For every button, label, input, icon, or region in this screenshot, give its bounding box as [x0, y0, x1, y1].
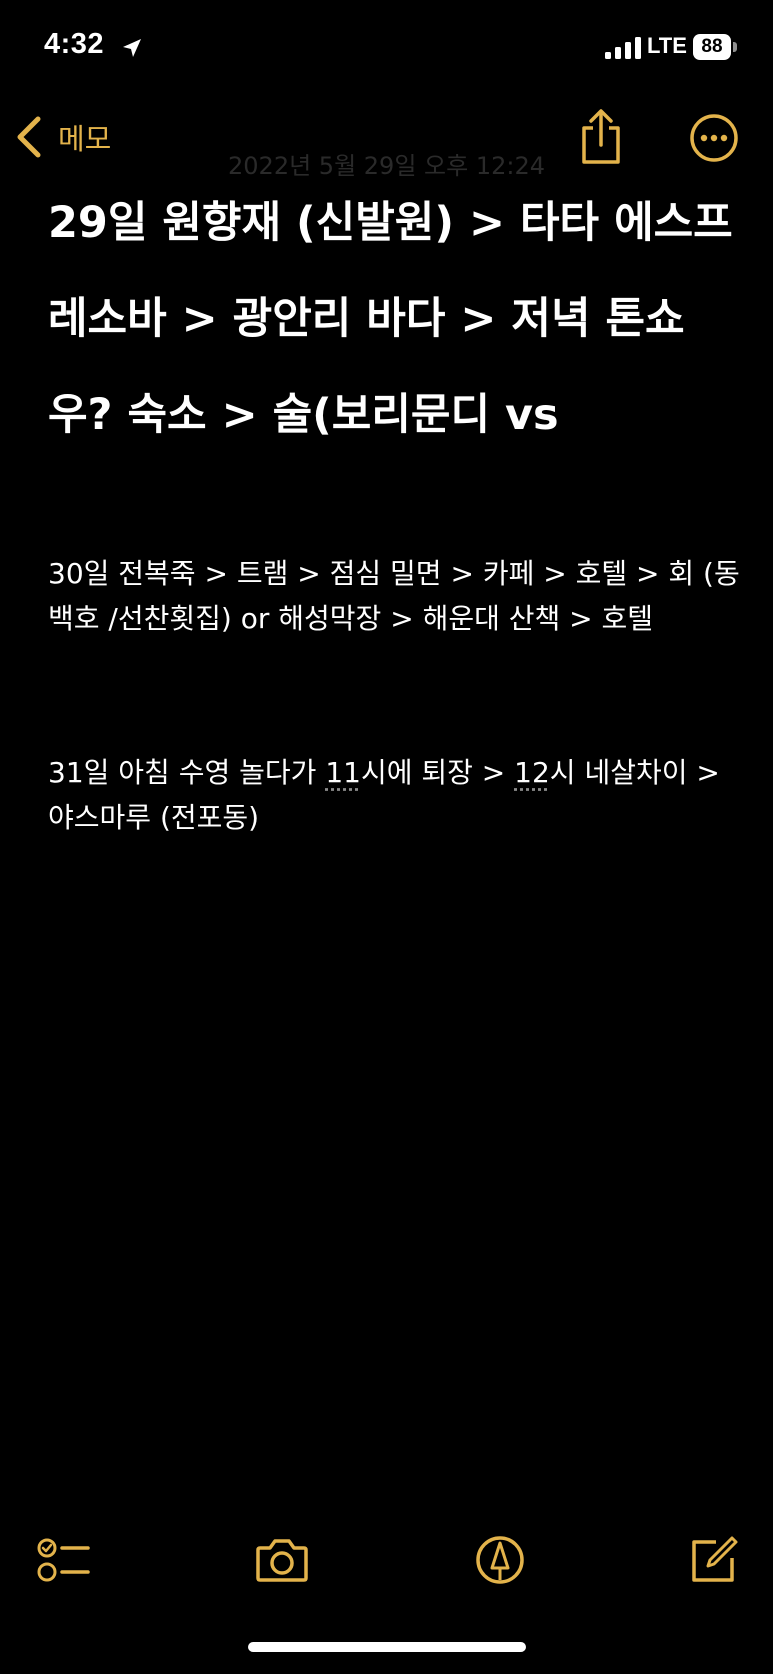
camera-icon[interactable] [254, 1534, 310, 1586]
note-text-segment: 31일 아침 수영 놀다가 [48, 756, 326, 789]
checklist-icon[interactable] [36, 1534, 92, 1586]
battery-tip [733, 42, 737, 52]
status-time: 4:32 [44, 28, 105, 60]
note-text-segment: 시에 퇴장 > [360, 756, 515, 789]
note-paragraph-day30[interactable]: 30일 전복죽 > 트램 > 점심 밀면 > 카페 > 호텔 > 회 (동백호 … [48, 551, 748, 641]
status-bar: 4:32 LTE 88 [0, 0, 773, 100]
compose-icon[interactable] [686, 1534, 742, 1586]
detected-time-link[interactable]: 12 [514, 756, 550, 789]
network-type-label: LTE [647, 33, 687, 58]
battery-indicator: 88 [693, 34, 737, 60]
detected-time-link[interactable]: 11 [325, 756, 361, 789]
home-indicator[interactable] [248, 1642, 526, 1652]
location-arrow-icon [123, 39, 141, 57]
bottom-toolbar [0, 1520, 773, 1600]
cellular-signal-icon [605, 37, 641, 59]
battery-level-label: 88 [693, 34, 731, 60]
note-title[interactable]: 29일 원향재 (신발원) > 타타 에스프레소바 > 광안리 바다 > 저녁 … [48, 175, 748, 463]
note-paragraph-day31[interactable]: 31일 아침 수영 놀다가 11시에 퇴장 > 12시 네살차이 > 야스마루 … [48, 750, 748, 840]
markup-pen-icon[interactable] [472, 1534, 528, 1586]
